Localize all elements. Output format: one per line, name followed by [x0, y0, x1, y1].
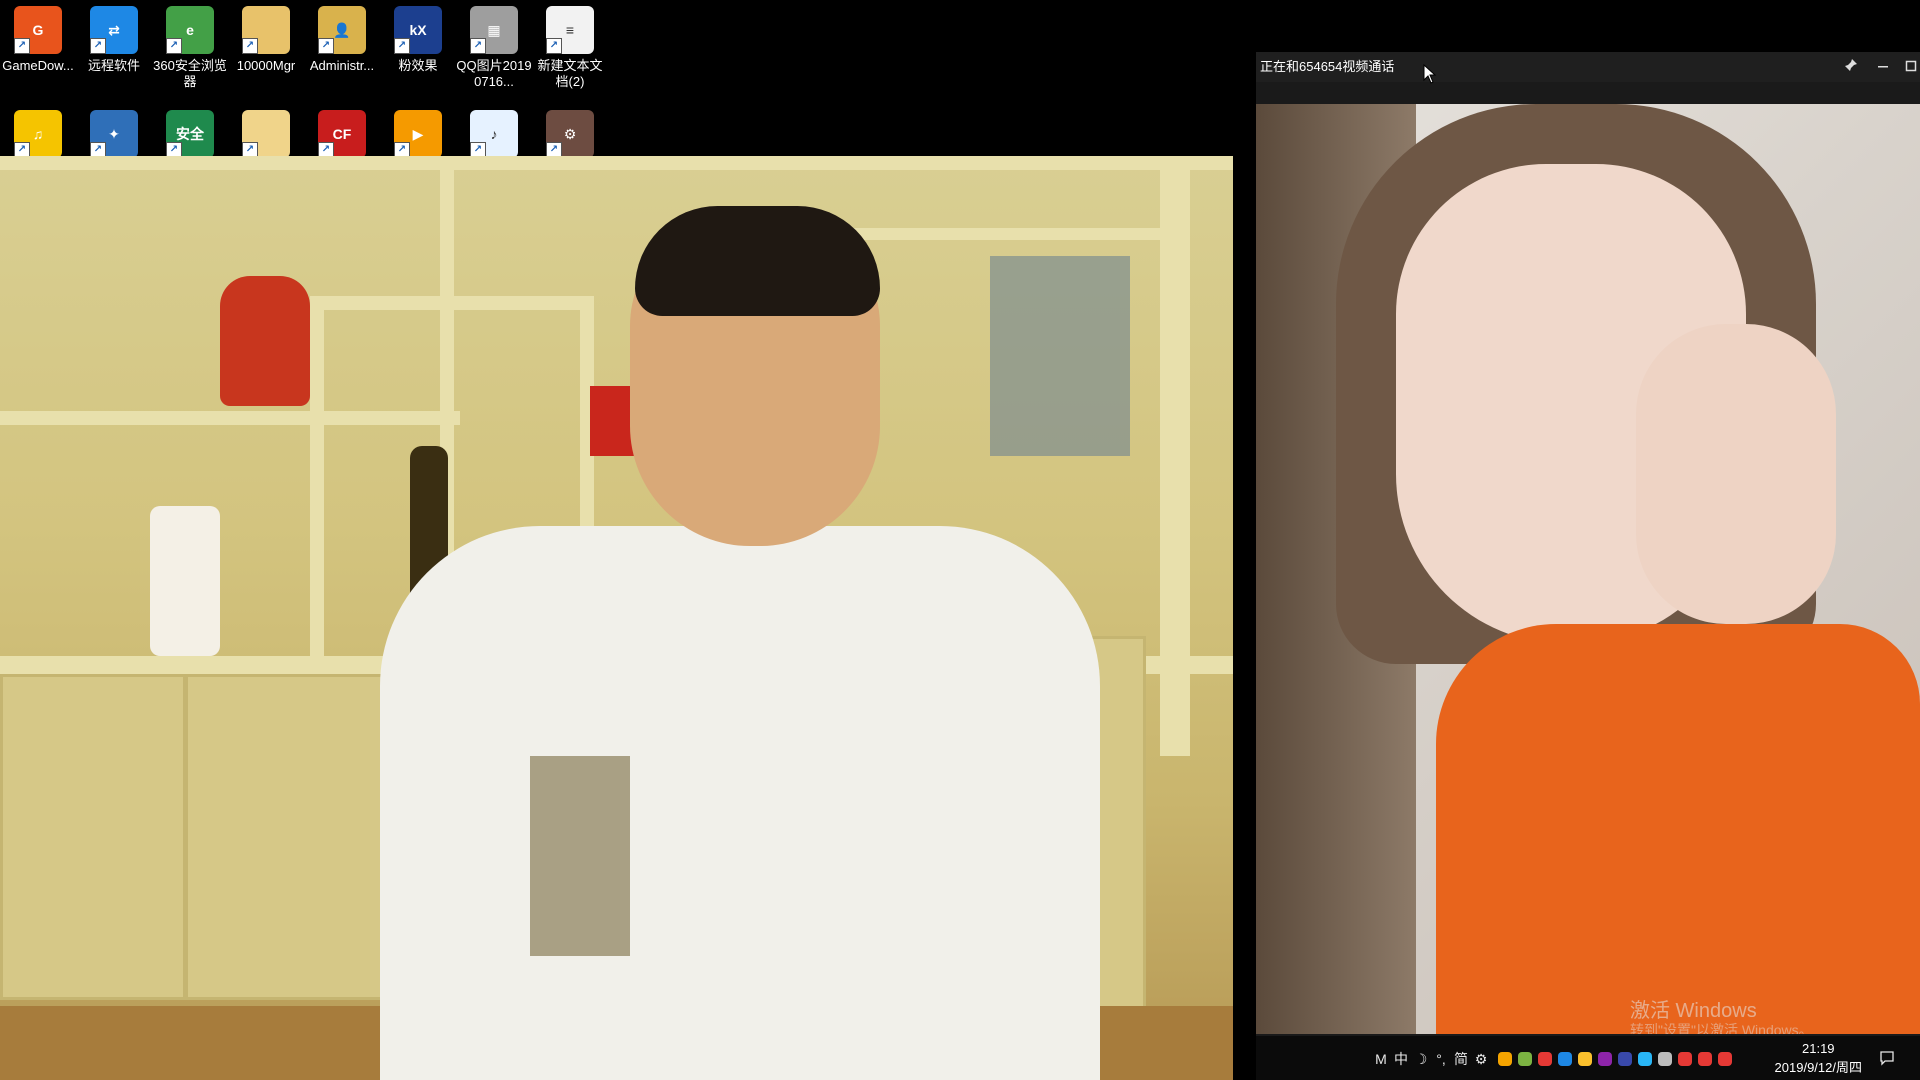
desktop-icon[interactable]: e ↗ 360安全浏览器: [152, 6, 228, 90]
tray-app-icon[interactable]: [1678, 1052, 1692, 1066]
shirt-print: [530, 756, 630, 956]
tray-app-icon[interactable]: [1598, 1052, 1612, 1066]
tray-app-icon[interactable]: [1718, 1052, 1732, 1066]
shortcut-arrow-icon: ↗: [166, 38, 182, 54]
taskbar: M 中 ☽ °, 简 ⚙ 21:19 2019/9/12/周四: [1256, 1036, 1920, 1080]
crossfire-icon: CF ↗: [318, 110, 366, 158]
teamviewer-icon: ⇄ ↗: [90, 6, 138, 54]
local-webcam-feed: [0, 156, 1233, 1080]
tray-app-icon[interactable]: [1538, 1052, 1552, 1066]
desktop-icon[interactable]: ▦ ↗ QQ图片20190716...: [456, 6, 532, 90]
desktop-icon-label: 新建文本文档(2): [537, 58, 603, 89]
folder-icon: ↗: [242, 6, 290, 54]
windows-activation-title: 激活 Windows: [1630, 1000, 1757, 1022]
person-torso: [380, 526, 1100, 1080]
desktop-icon-label: GameDow...: [2, 58, 74, 73]
desktop-icon[interactable]: CF ↗: [304, 110, 380, 158]
tray-app-icon[interactable]: [1698, 1052, 1712, 1066]
pin-icon[interactable]: [1836, 52, 1866, 82]
notification-icon[interactable]: [1878, 1050, 1896, 1068]
qr-image-icon: ▦ ↗: [470, 6, 518, 54]
desktop-icon[interactable]: G ↗ GameDow...: [0, 6, 76, 74]
shortcut-arrow-icon: ↗: [14, 38, 30, 54]
tray-app-icon[interactable]: [1618, 1052, 1632, 1066]
desktop-icon[interactable]: ▶ ↗: [380, 110, 456, 158]
gamedownload-icon: G ↗: [14, 6, 62, 54]
360-browser-icon: e ↗: [166, 6, 214, 54]
tray-app-icon[interactable]: [1658, 1052, 1672, 1066]
tray-icon[interactable]: ⚙: [1472, 1050, 1490, 1068]
desktop-icon[interactable]: ⇄ ↗ 远程软件: [76, 6, 152, 74]
shortcut-arrow-icon: ↗: [90, 38, 106, 54]
tray-icon[interactable]: M: [1372, 1050, 1390, 1068]
tray-icon[interactable]: 简: [1452, 1050, 1470, 1068]
desktop-icon-label: 粉效果: [398, 58, 438, 73]
shortcut-arrow-icon: ↗: [394, 38, 410, 54]
remote-person-hand: [1636, 324, 1836, 624]
tray-icon[interactable]: °,: [1432, 1050, 1450, 1068]
figurine: [220, 276, 310, 406]
desktop-icon[interactable]: ♪ ↗: [456, 110, 532, 158]
remote-person-shirt: [1436, 624, 1920, 1034]
desktop-icon[interactable]: kX ↗ 粉效果: [380, 6, 456, 74]
megaphone: [150, 506, 220, 656]
tray-app-icon[interactable]: [1578, 1052, 1592, 1066]
call-window-titlebar[interactable]: 正在和654654视频通话: [1256, 52, 1920, 82]
video-call-window[interactable]: 正在和654654视频通话 激活 Windows 转到"设置"以激活 Windo…: [1256, 52, 1920, 1036]
video-player-icon: ▶ ↗: [394, 110, 442, 158]
remote-video-feed: 激活 Windows 转到"设置"以激活 Windows。: [1256, 104, 1920, 1034]
taskbar-clock[interactable]: 21:19 2019/9/12/周四: [1775, 1039, 1862, 1077]
music-app-icon: ♫ ↗: [14, 110, 62, 158]
desktop-icon[interactable]: 安全 ↗: [152, 110, 228, 158]
shelf-right-top: [850, 228, 1180, 240]
cabinet-door-middle: [185, 674, 396, 1000]
folder-icon: ↗: [242, 110, 290, 158]
clock-date: 2019/9/12/周四: [1774, 1060, 1862, 1075]
person-hair: [635, 206, 880, 316]
mp3-file-icon: ♪ ↗: [470, 110, 518, 158]
kx-icon: kX ↗: [394, 6, 442, 54]
book: [990, 256, 1130, 456]
desktop-icon-label: QQ图片20190716...: [456, 58, 532, 89]
tray-icon[interactable]: 中: [1392, 1050, 1410, 1068]
desktop-icon[interactable]: ↗: [228, 110, 304, 158]
desktop-icon[interactable]: ✦ ↗: [76, 110, 152, 158]
desktop-icon[interactable]: ♫ ↗: [0, 110, 76, 158]
desktop-icon-label: 360安全浏览器: [153, 58, 227, 89]
maximize-icon: [1905, 60, 1917, 72]
shelf-top: [0, 156, 1233, 170]
clock-time: 21:19: [1802, 1041, 1835, 1056]
installer-icon: ⚙ ↗: [546, 110, 594, 158]
minimize-button[interactable]: [1868, 52, 1898, 82]
desktop-icon[interactable]: ≡ ↗ 新建文本文档(2): [532, 6, 608, 90]
cabinet-door-left: [0, 674, 186, 1000]
shelf-box-top: [310, 296, 590, 310]
tray-app-icon[interactable]: [1638, 1052, 1652, 1066]
shortcut-arrow-icon: ↗: [470, 38, 486, 54]
tool-icon: ✦ ↗: [90, 110, 138, 158]
minimize-icon: [1878, 66, 1888, 68]
desktop-icon-label: 远程软件: [87, 58, 140, 73]
user-folder-icon: 👤 ↗: [318, 6, 366, 54]
tray-icon[interactable]: ☽: [1412, 1050, 1430, 1068]
shelf-middle: [0, 411, 460, 425]
tray-app-icon[interactable]: [1498, 1052, 1512, 1066]
shortcut-arrow-icon: ↗: [318, 38, 334, 54]
call-window-title: 正在和654654视频通话: [1260, 59, 1395, 74]
shelf-right-post: [1160, 156, 1190, 756]
desktop-icon[interactable]: ⚙ ↗: [532, 110, 608, 158]
windows-activation-hint: 转到"设置"以激活 Windows。: [1630, 1022, 1813, 1034]
security-shield-icon: 安全 ↗: [166, 110, 214, 158]
desktop-icon[interactable]: 👤 ↗ Administr...: [304, 6, 380, 74]
desktop-icon[interactable]: ↗ 10000Mgr: [228, 6, 304, 74]
maximize-button[interactable]: [1896, 52, 1920, 82]
desktop-icon-label: 10000Mgr: [236, 58, 296, 73]
desktop-icon-label: Administr...: [309, 58, 375, 73]
shortcut-arrow-icon: ↗: [546, 38, 562, 54]
tray-app-icon[interactable]: [1558, 1052, 1572, 1066]
shortcut-arrow-icon: ↗: [242, 38, 258, 54]
text-file-icon: ≡ ↗: [546, 6, 594, 54]
tray-app-icon[interactable]: [1518, 1052, 1532, 1066]
